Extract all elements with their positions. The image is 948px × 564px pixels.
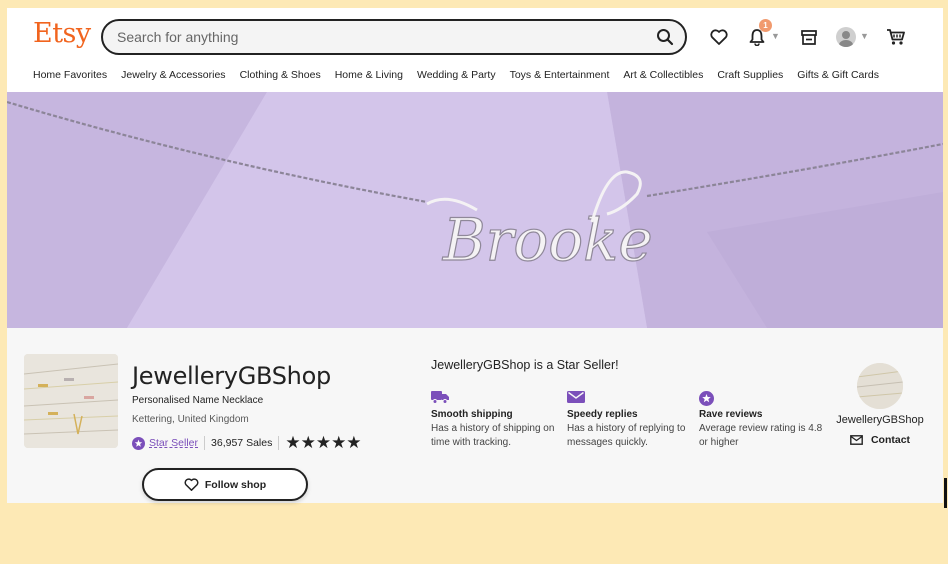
- heart-icon: [184, 478, 199, 491]
- notifications-button[interactable]: 1: [745, 19, 772, 49]
- feature-rave-reviews: Rave reviews Average review rating is 4.…: [699, 391, 824, 450]
- envelope-icon: [567, 391, 585, 403]
- rating-stars[interactable]: ★★★★★: [285, 433, 361, 453]
- feature-description: Has a history of shipping on time with t…: [431, 423, 555, 448]
- shop-icon: [801, 30, 817, 45]
- feature-description: Average review rating is 4.8 or higher: [699, 423, 823, 448]
- necklace-text: Brooke: [442, 206, 653, 274]
- nav-item-wedding[interactable]: Wedding & Party: [417, 69, 496, 81]
- feature-title: Speedy replies: [567, 409, 638, 420]
- shop-owner: JewelleryGBShop Contact: [835, 363, 925, 446]
- favorites-button[interactable]: [707, 25, 731, 49]
- feature-description: Has a history of replying to messages qu…: [567, 423, 686, 448]
- owner-avatar[interactable]: [857, 363, 903, 409]
- star-seller-icon: [132, 436, 145, 450]
- search-button[interactable]: [645, 21, 685, 53]
- envelope-icon: [850, 434, 863, 445]
- etsy-page: Etsy 1 ▼ ▼: [7, 8, 943, 503]
- star-seller-link[interactable]: Star Seller: [149, 437, 198, 449]
- nav-item-jewelry[interactable]: Jewelry & Accessories: [121, 69, 225, 81]
- heart-icon: [710, 29, 728, 45]
- nav-item-toys[interactable]: Toys & Entertainment: [510, 69, 610, 81]
- search-icon: [657, 29, 674, 46]
- avatar: [836, 27, 856, 47]
- nav-item-art[interactable]: Art & Collectibles: [623, 69, 703, 81]
- contact-button[interactable]: Contact: [835, 434, 925, 446]
- shop-tagline: Personalised Name Necklace: [132, 395, 264, 406]
- owner-name[interactable]: JewelleryGBShop: [835, 414, 925, 426]
- account-button[interactable]: [834, 25, 858, 49]
- nav-item-craft[interactable]: Craft Supplies: [717, 69, 783, 81]
- nav-item-gifts[interactable]: Gifts & Gift Cards: [797, 69, 879, 81]
- scroll-edge: [944, 478, 947, 508]
- divider: [204, 436, 206, 450]
- shop-manager-button[interactable]: [797, 25, 821, 49]
- etsy-logo[interactable]: Etsy: [33, 18, 91, 49]
- search-input[interactable]: [117, 29, 645, 45]
- shop-banner: Brooke: [7, 92, 943, 328]
- shop-name: JewelleryGBShop: [132, 362, 331, 390]
- shop-location: Kettering, United Kingdom: [132, 414, 249, 425]
- chevron-down-icon[interactable]: ▼: [860, 31, 869, 41]
- category-nav: Home Favorites Jewelry & Accessories Clo…: [33, 69, 893, 81]
- divider: [278, 436, 280, 450]
- feature-title: Rave reviews: [699, 409, 763, 420]
- chevron-down-icon[interactable]: ▼: [771, 31, 780, 41]
- sales-count: 36,957 Sales: [211, 437, 273, 449]
- truck-icon: [431, 391, 449, 404]
- banner-image: Brooke: [7, 92, 943, 328]
- shop-stats: Star Seller 36,957 Sales ★★★★★: [132, 433, 362, 453]
- feature-speedy-replies: Speedy replies Has a history of replying…: [567, 391, 692, 450]
- nav-item-home-favorites[interactable]: Home Favorites: [33, 69, 107, 81]
- feature-title: Smooth shipping: [431, 409, 513, 420]
- shop-logo-image[interactable]: [24, 354, 118, 448]
- search-bar[interactable]: [101, 19, 687, 55]
- follow-shop-label: Follow shop: [204, 478, 267, 491]
- shop-info-section: JewelleryGBShop Personalised Name Neckla…: [7, 328, 943, 503]
- feature-smooth-shipping: Smooth shipping Has a history of shippin…: [431, 391, 556, 450]
- nav-item-clothing[interactable]: Clothing & Shoes: [240, 69, 321, 81]
- cart-button[interactable]: [884, 25, 908, 49]
- cart-icon: [887, 29, 905, 45]
- nav-item-home-living[interactable]: Home & Living: [335, 69, 403, 81]
- star-badge-icon: [699, 391, 714, 406]
- contact-label: Contact: [870, 434, 911, 446]
- follow-shop-button[interactable]: Follow shop: [142, 468, 308, 501]
- star-seller-title: JewelleryGBShop is a Star Seller!: [431, 358, 619, 372]
